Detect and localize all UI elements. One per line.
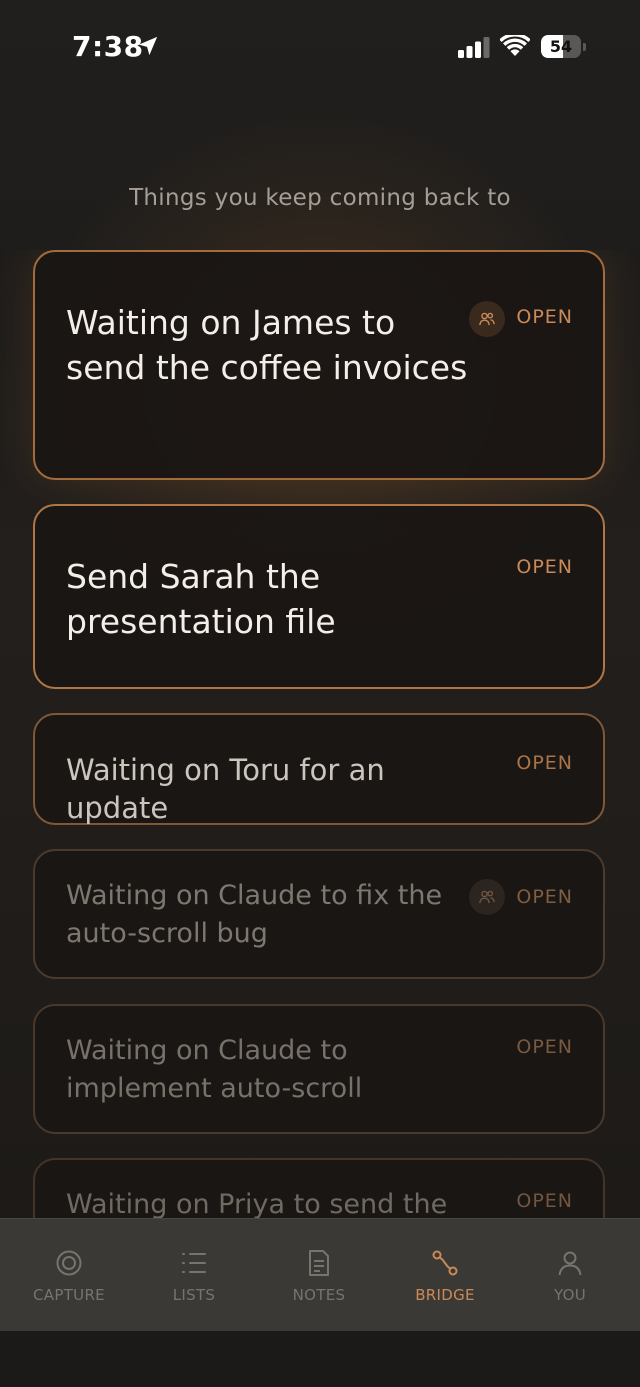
list-item[interactable]: Waiting on Priya to send the OPEN bbox=[33, 1158, 605, 1218]
status-badge: OPEN bbox=[516, 1190, 573, 1212]
wifi-icon bbox=[500, 35, 530, 56]
list-item[interactable]: Waiting on Claude to fix the auto-scroll… bbox=[33, 849, 605, 979]
list-item[interactable]: Send Sarah the presentation file OPEN bbox=[33, 504, 605, 689]
people-icon bbox=[479, 312, 495, 326]
tab-notes[interactable]: NOTES bbox=[255, 1219, 383, 1332]
tab-label: LISTS bbox=[172, 1286, 216, 1304]
bridge-icon bbox=[432, 1250, 458, 1276]
tab-label: CAPTURE bbox=[33, 1286, 105, 1304]
tab-bar: CAPTURE LISTS NOTES BRIDGE YOU bbox=[0, 1218, 640, 1332]
list-item[interactable]: Waiting on James to send the coffee invo… bbox=[33, 250, 605, 480]
shared-people-badge bbox=[469, 301, 505, 337]
tab-capture[interactable]: CAPTURE bbox=[5, 1219, 133, 1332]
home-indicator-area bbox=[0, 1331, 640, 1387]
item-list[interactable]: Waiting on James to send the coffee invo… bbox=[0, 250, 640, 1218]
item-title: Waiting on Priya to send the bbox=[66, 1189, 448, 1218]
item-title: Send Sarah the presentation file bbox=[66, 557, 336, 641]
cellular-signal-icon bbox=[458, 37, 490, 58]
location-arrow-icon bbox=[138, 36, 158, 56]
battery-percent: 54 bbox=[549, 37, 573, 56]
battery-cap bbox=[583, 43, 586, 51]
status-time: 7:38 bbox=[72, 30, 144, 63]
tab-you[interactable]: YOU bbox=[506, 1219, 634, 1332]
item-title: Waiting on Claude to fix the auto-scroll… bbox=[66, 880, 443, 949]
list-item[interactable]: Waiting on Claude to implement auto-scro… bbox=[33, 1004, 605, 1134]
list-icon bbox=[182, 1253, 206, 1273]
tab-lists[interactable]: LISTS bbox=[130, 1219, 258, 1332]
person-icon bbox=[558, 1251, 582, 1276]
status-badge: OPEN bbox=[516, 1036, 573, 1058]
status-badge: OPEN bbox=[516, 752, 573, 774]
item-title: Waiting on Toru for an update bbox=[66, 753, 385, 825]
tab-label: NOTES bbox=[292, 1286, 346, 1304]
bridge-screen: 7:38 54 Things you keep coming back to W… bbox=[0, 0, 640, 1387]
section-heading: Things you keep coming back to bbox=[129, 185, 511, 211]
people-icon bbox=[479, 890, 495, 904]
status-badge: OPEN bbox=[516, 306, 573, 328]
status-bar: 7:38 54 bbox=[0, 0, 640, 95]
list-item[interactable]: Waiting on Toru for an update OPEN bbox=[33, 713, 605, 825]
note-icon bbox=[309, 1250, 329, 1276]
shared-people-badge bbox=[469, 879, 505, 915]
item-title: Waiting on Claude to implement auto-scro… bbox=[66, 1035, 363, 1104]
tab-label: BRIDGE bbox=[415, 1286, 475, 1304]
item-title: Waiting on James to send the coffee invo… bbox=[66, 303, 468, 387]
tab-bridge[interactable]: BRIDGE bbox=[381, 1219, 509, 1332]
target-icon bbox=[56, 1250, 82, 1276]
status-badge: OPEN bbox=[516, 556, 573, 578]
status-badge: OPEN bbox=[516, 886, 573, 908]
battery-indicator: 54 bbox=[541, 35, 581, 58]
tab-label: YOU bbox=[553, 1286, 587, 1304]
